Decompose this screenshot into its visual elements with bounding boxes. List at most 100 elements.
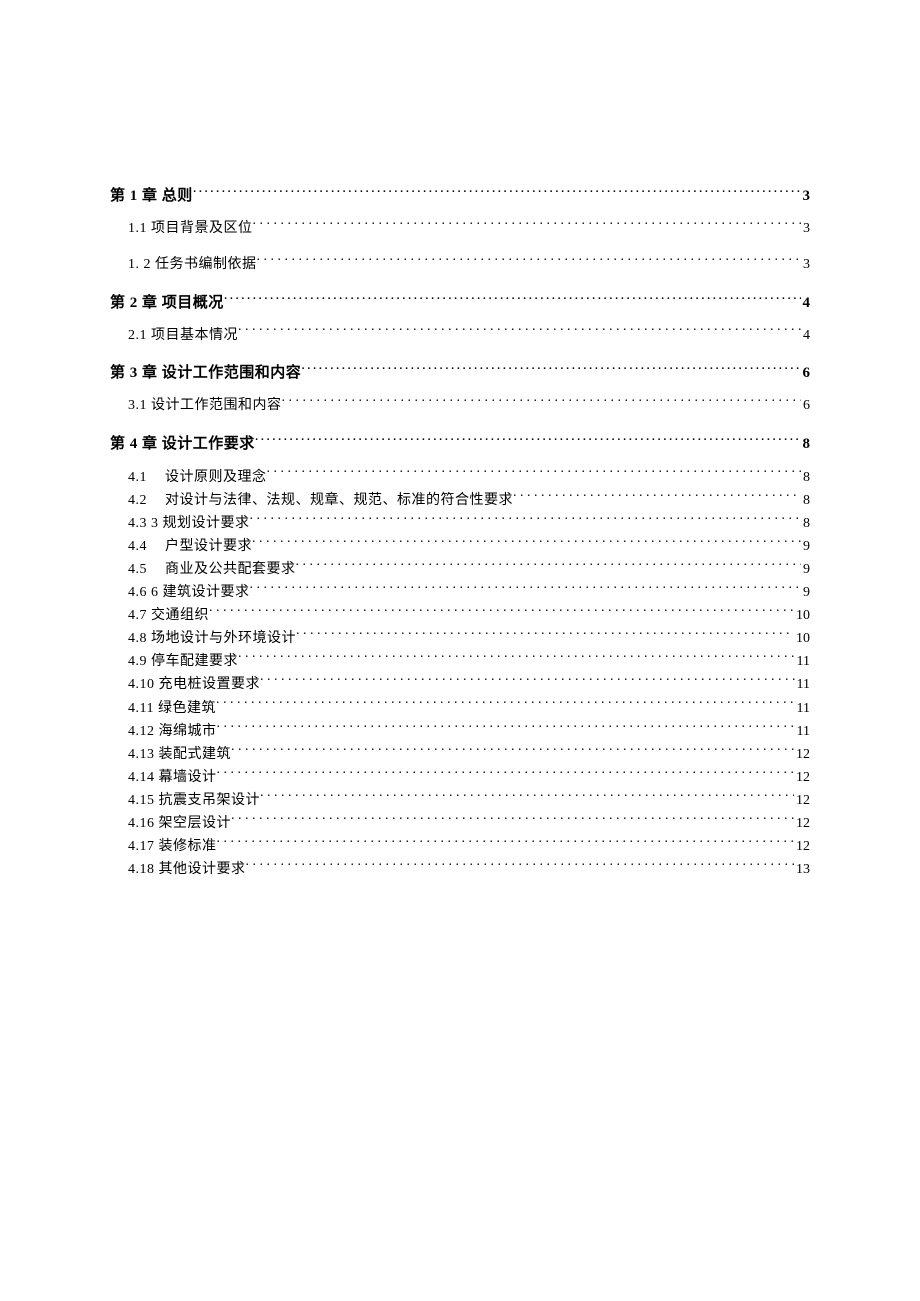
toc-entry-page: 12 xyxy=(794,743,810,766)
toc-leader xyxy=(231,813,794,827)
toc-leader xyxy=(250,582,802,596)
toc-entry-page: 8 xyxy=(801,512,810,535)
toc-entry-number: 4.9 xyxy=(128,650,147,673)
toc-leader xyxy=(224,292,801,307)
toc-entry: 4.3 3 规划设计要求 8 xyxy=(110,512,810,535)
toc-entry-page: 13 xyxy=(794,858,810,881)
toc-leader xyxy=(238,651,795,665)
toc-entry-number: 4.3 xyxy=(128,512,147,535)
toc-entry-text: 绿色建筑 xyxy=(158,701,216,716)
toc-leader xyxy=(252,536,801,550)
toc-entry: 4.8 场地设计与外环境设计10 xyxy=(110,627,810,650)
toc-entry-title: 4.4户型设计要求 xyxy=(128,535,252,558)
toc-entry-number: 4.8 xyxy=(128,627,147,650)
toc-entry: 4.13 装配式建筑12 xyxy=(110,743,810,766)
toc-entry-text: 交通组织 xyxy=(151,608,209,623)
toc-entry-text: 其他设计要求 xyxy=(159,862,246,877)
toc-entry-number: 4.10 xyxy=(128,673,155,696)
toc-entry-text: 充电桩设置要求 xyxy=(159,677,261,692)
toc-leader xyxy=(238,325,801,339)
toc-entry-page: 6 xyxy=(801,395,810,417)
toc-entry-text: 6 建筑设计要求 xyxy=(151,585,250,600)
toc-entry: 4.14 幕墙设计 12 xyxy=(110,766,810,789)
toc-entry: 第 4 章 设计工作要求 8 xyxy=(110,432,810,456)
toc-entry-title: 第 2 章 项目概况 xyxy=(110,291,224,315)
toc-entry-page: 3 xyxy=(801,218,810,240)
toc-entry-title: 4.6 6 建筑设计要求 xyxy=(128,581,250,604)
toc-entry-title: 4.10 充电桩设置要求 xyxy=(128,673,260,696)
toc-entry: 4.2对设计与法律、法规、规章、规范、标准的符合性要求 8 xyxy=(110,489,810,512)
toc-entry: 4.17 装修标准 12 xyxy=(110,835,810,858)
toc-entry-number: 4.4 xyxy=(128,535,147,558)
toc-entry-page: 12 xyxy=(794,835,810,858)
toc-entry-page: 10 xyxy=(794,604,810,627)
toc-entry-page: 8 xyxy=(801,489,810,512)
toc-entry-page: 4 xyxy=(801,291,811,315)
toc-entry: 4.4户型设计要求9 xyxy=(110,535,810,558)
toc-entry-page: 12 xyxy=(794,812,810,835)
toc-leader xyxy=(267,467,802,481)
toc-entry-title: 第 1 章 总则 xyxy=(110,184,193,208)
toc-entry-page: 12 xyxy=(794,789,810,812)
toc-entry-page: 3 xyxy=(801,184,811,208)
toc-entry: 4.6 6 建筑设计要求 9 xyxy=(110,581,810,604)
toc-entry-page: 9 xyxy=(801,581,810,604)
toc-entry-number: 4.12 xyxy=(128,720,155,743)
toc-entry-title: 4.16 架空层设计 xyxy=(128,812,231,835)
toc-entry: 4.1设计原则及理念 8 xyxy=(110,466,810,489)
toc-entry-title: 第 4 章 设计工作要求 xyxy=(110,432,255,456)
toc-entry-text: 停车配建要求 xyxy=(151,654,238,669)
toc-leader xyxy=(209,605,794,619)
toc-entry-number: 4.14 xyxy=(128,766,155,789)
toc-leader xyxy=(260,790,794,804)
toc-entry: 4.5商业及公共配套要求9 xyxy=(110,558,810,581)
toc-entry: 第 2 章 项目概况 4 xyxy=(110,291,810,315)
toc-entry-title: 1.1 项目背景及区位 xyxy=(128,218,253,240)
toc-entry: 4.16 架空层设计 12 xyxy=(110,812,810,835)
toc-entry-page: 8 xyxy=(801,466,810,489)
toc-entry-number: 4.13 xyxy=(128,743,155,766)
toc-leader xyxy=(217,767,795,781)
toc-entry-text: 场地设计与外环境设计 xyxy=(151,631,296,646)
toc-entry-title: 4.5商业及公共配套要求 xyxy=(128,558,296,581)
toc-page: 第 1 章 总则 3 1.1 项目背景及区位 3 1. 2 任务书编制依据 3 第 2 章 … xyxy=(0,0,920,881)
toc-entry-number: 4.7 xyxy=(128,604,147,627)
toc-entry-page: 6 xyxy=(801,361,811,385)
toc-entry-title: 4.11 绿色建筑 xyxy=(128,697,216,720)
toc-entry-text: 设计原则及理念 xyxy=(165,470,267,485)
toc-entry-page: 11 xyxy=(795,697,810,720)
toc-leader xyxy=(260,674,795,688)
toc-entry-title: 4.17 装修标准 xyxy=(128,835,217,858)
toc-entry-page: 12 xyxy=(794,766,810,789)
toc-entry-number: 4.15 xyxy=(128,789,155,812)
toc-leader xyxy=(217,836,795,850)
toc-leader xyxy=(231,744,794,758)
toc-entry-title: 2.1 项目基本情况 xyxy=(128,325,238,347)
toc-entry-number: 4.2 xyxy=(128,489,147,512)
toc-entry-title: 第 3 章 设计工作范围和内容 xyxy=(110,361,301,385)
toc-leader xyxy=(217,721,795,735)
toc-entry-title: 4.7 交通组织 xyxy=(128,604,209,627)
toc-entry-text: 架空层设计 xyxy=(159,816,232,831)
toc-entry-title: 4.9 停车配建要求 xyxy=(128,650,238,673)
toc-entry: 4.9 停车配建要求 11 xyxy=(110,650,810,673)
toc-entry-page: 11 xyxy=(795,650,810,673)
toc-leader xyxy=(282,395,802,409)
table-of-contents: 第 1 章 总则 3 1.1 项目背景及区位 3 1. 2 任务书编制依据 3 第 2 章 … xyxy=(110,184,810,881)
toc-entry-title: 4.1设计原则及理念 xyxy=(128,466,267,489)
toc-entry-page: 3 xyxy=(801,254,810,276)
toc-entry-page: 11 xyxy=(795,673,810,696)
toc-entry-title: 1. 2 任务书编制依据 xyxy=(128,254,257,276)
toc-entry-text: 抗震支吊架设计 xyxy=(159,793,261,808)
toc-entry-title: 4.3 3 规划设计要求 xyxy=(128,512,250,535)
toc-entry-page: 11 xyxy=(795,720,810,743)
toc-leader xyxy=(301,362,800,377)
toc-entry-page: 4 xyxy=(801,325,810,347)
toc-entry-text: 幕墙设计 xyxy=(159,770,217,785)
toc-entry-page: 8 xyxy=(801,432,811,456)
toc-entry-text: 商业及公共配套要求 xyxy=(165,562,296,577)
toc-entry: 1.1 项目背景及区位 3 xyxy=(110,218,810,240)
toc-entry-title: 4.2对设计与法律、法规、规章、规范、标准的符合性要求 xyxy=(128,489,513,512)
toc-entry: 1. 2 任务书编制依据 3 xyxy=(110,254,810,276)
toc-entry-title: 4.8 场地设计与外环境设计 xyxy=(128,627,296,650)
